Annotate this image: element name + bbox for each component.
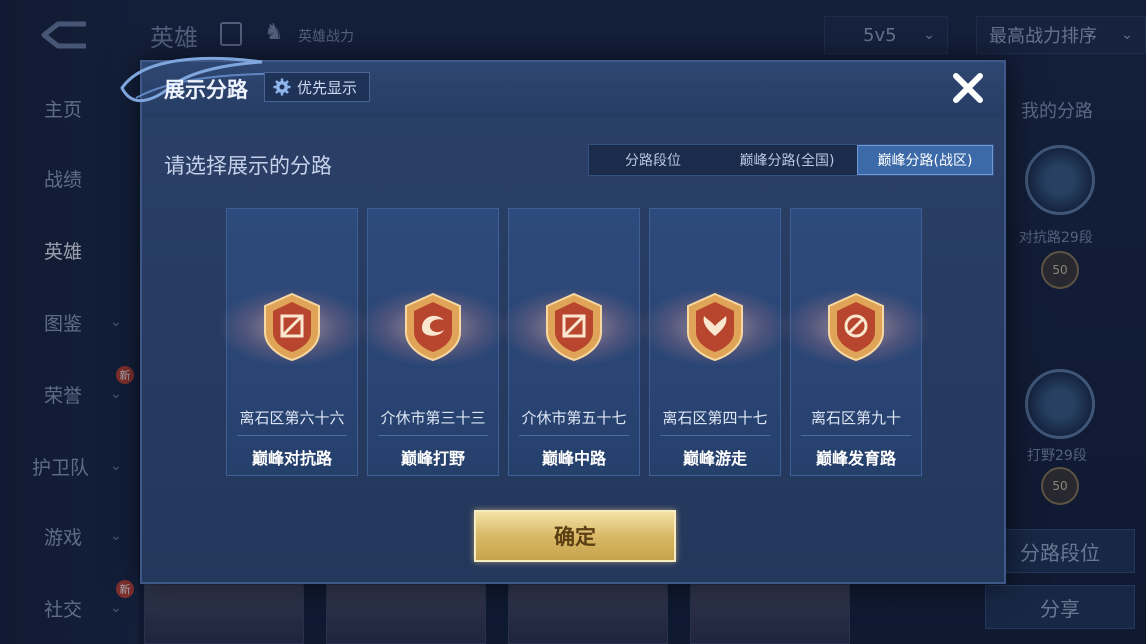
lane-name-label: 巅峰打野 [400, 449, 465, 468]
wings-emblem-icon [687, 292, 743, 362]
lane-name-label: 巅峰发育路 [815, 449, 896, 468]
tab-lane-rank[interactable]: 分路段位 [589, 145, 717, 175]
lane-card-jungle[interactable]: 介休市第三十三 巅峰打野 [358, 208, 508, 476]
display-lane-dialog: 展示分路 优先显示 请选择展示的分路 分路段位 巅峰分路(全国) 巅峰分路(战区… [120, 56, 1006, 584]
lane-card-mid[interactable]: 介休市第五十七 巅峰中路 [499, 208, 649, 476]
confirm-button[interactable]: 确定 [474, 510, 676, 562]
lane-card-top[interactable]: 离石区第六十六 巅峰对抗路 [217, 208, 367, 476]
lane-region-label: 介休市第五十七 [521, 409, 627, 427]
divider [378, 435, 488, 436]
lane-card-roam[interactable]: 离石区第四十七 巅峰游走 [640, 208, 790, 476]
dragon-emblem-icon [405, 292, 461, 362]
lane-region-label: 介休市第三十三 [380, 409, 486, 427]
dialog-titlebar: 展示分路 优先显示 [120, 56, 1004, 118]
target-emblem-icon [828, 292, 884, 362]
lane-region-label: 离石区第九十 [810, 409, 901, 427]
close-icon[interactable] [948, 68, 988, 108]
divider [237, 435, 347, 436]
lane-name-label: 巅峰游走 [682, 449, 747, 468]
divider [519, 435, 629, 436]
select-lane-prompt: 请选择展示的分路 [164, 154, 332, 178]
gear-icon [273, 78, 291, 96]
tab-peak-national[interactable]: 巅峰分路(全国) [717, 145, 857, 175]
lane-region-label: 离石区第四十七 [662, 409, 768, 427]
priority-display-button[interactable]: 优先显示 [264, 72, 371, 102]
slash-emblem-icon [546, 292, 602, 362]
lane-name-label: 巅峰中路 [541, 449, 606, 468]
divider [660, 435, 770, 436]
lane-card-list: 离石区第六十六 巅峰对抗路 介休市第三十三 巅峰打野 介休市第五十七 巅峰中路 … [217, 208, 931, 478]
lane-card-adc[interactable]: 离石区第九十 巅峰发育路 [781, 208, 931, 476]
divider [801, 435, 911, 436]
slash-emblem-icon [264, 292, 320, 362]
lane-region-label: 离石区第六十六 [239, 409, 345, 427]
lane-name-label: 巅峰对抗路 [251, 449, 332, 468]
tab-peak-region[interactable]: 巅峰分路(战区) [857, 145, 993, 175]
priority-button-label: 优先显示 [297, 78, 358, 97]
dialog-title: 展示分路 [164, 78, 248, 102]
lane-source-tabs: 分路段位 巅峰分路(全国) 巅峰分路(战区) [588, 144, 994, 176]
